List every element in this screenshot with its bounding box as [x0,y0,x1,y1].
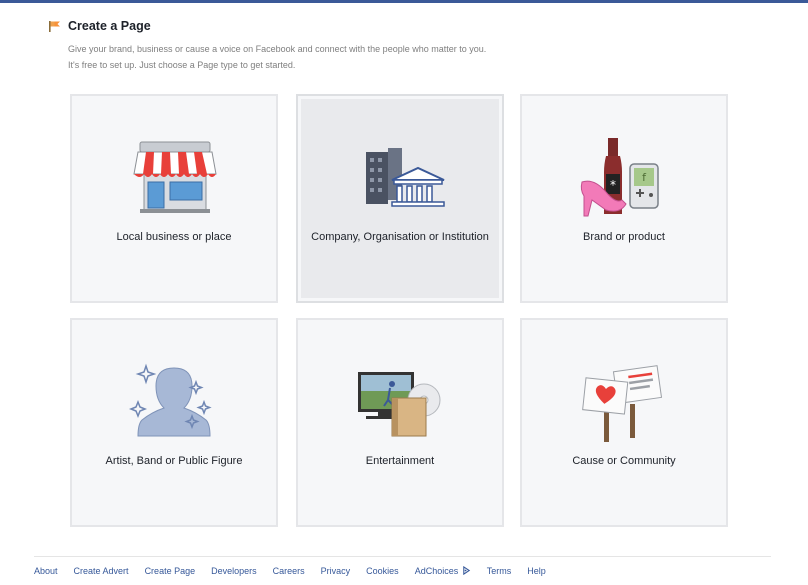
tile-artist-band[interactable]: Artist, Band or Public Figure [70,318,278,527]
adchoices-icon [462,566,470,575]
page-title: Create a Page [68,19,151,33]
page-header: Create a Page Give your brand, business … [48,18,508,71]
company-building-icon [366,148,445,207]
brand-products-icon: * f [580,138,659,217]
footer-links: About Create Advert Create Page Develope… [34,556,771,576]
footer-link-terms[interactable]: Terms [487,566,512,576]
top-brand-bar [0,0,808,3]
footer-link-create-page[interactable]: Create Page [145,566,196,576]
footer-link-developers[interactable]: Developers [211,566,257,576]
page-type-grid: Local business or place Company, Organis… [70,94,734,531]
entertainment-icon [358,372,441,437]
tile-label: Artist, Band or Public Figure [105,455,243,467]
tile-local-business[interactable]: Local business or place [70,94,278,303]
footer-link-privacy[interactable]: Privacy [321,566,351,576]
footer-link-cookies[interactable]: Cookies [366,566,399,576]
tile-cause-community[interactable]: Cause or Community [520,318,728,527]
tile-label: Entertainment [365,455,435,467]
tile-label: Cause or Community [572,455,676,467]
flag-icon [49,21,60,32]
tile-company[interactable]: Company, Organisation or Institution [296,94,504,303]
storefront-icon [133,141,217,213]
svg-text:*: * [610,178,616,192]
tile-label: Brand or product [583,231,665,243]
footer-link-about[interactable]: About [34,566,58,576]
page-subtext: It's free to set up. Just choose a Page … [68,60,296,70]
footer-link-create-advert[interactable]: Create Advert [74,566,129,576]
footer-adchoices-wrap[interactable]: AdChoices [415,566,471,576]
cause-signs-icon [582,365,663,442]
footer-link-adchoices[interactable]: AdChoices [415,566,459,576]
public-figure-icon [128,363,212,437]
tile-label: Local business or place [116,231,232,243]
tile-label: Company, Organisation or Institution [311,231,489,243]
footer-link-careers[interactable]: Careers [273,566,305,576]
page-description: Give your brand, business or cause a voi… [68,44,487,54]
tile-brand-product[interactable]: * f Brand or product [520,94,728,303]
footer-link-help[interactable]: Help [527,566,546,576]
tile-entertainment[interactable]: Entertainment [296,318,504,527]
